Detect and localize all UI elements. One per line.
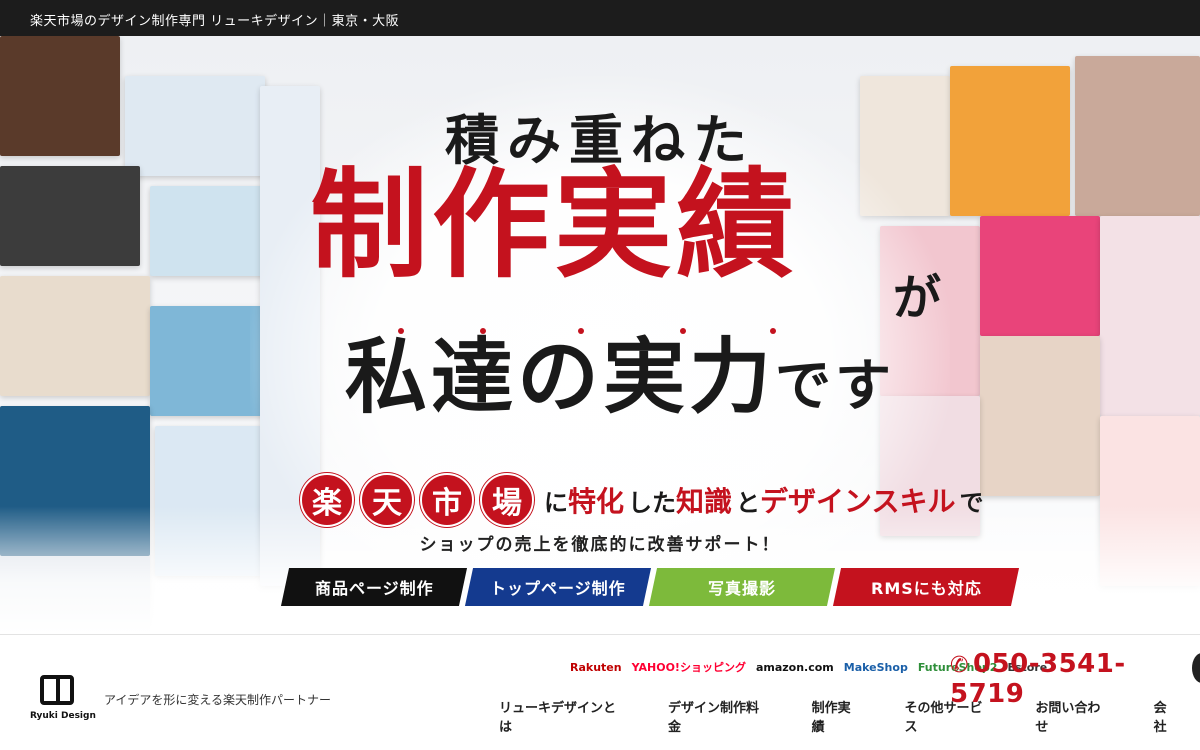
rakuten-char-circle: 楽 — [300, 473, 354, 527]
headline-line3: 私達の実力です — [345, 336, 895, 418]
service-buttons: 商品ページ制作 トップページ制作 写真撮影 RMSにも対応 — [280, 568, 1020, 606]
product-page-button[interactable]: 商品ページ制作 — [280, 568, 468, 606]
skill-text: 特化 — [568, 485, 625, 518]
mockup-thumbnail — [980, 336, 1100, 496]
rakuten-char-circle: 天 — [360, 473, 414, 527]
mockup-thumbnail — [0, 276, 150, 396]
mockup-thumbnail — [980, 216, 1100, 336]
rakuten-char-circle: 市 — [420, 473, 474, 527]
headline-line2: 制作実績 — [310, 155, 799, 294]
button-label: RMSにも対応 — [870, 579, 982, 598]
skill-text: した — [628, 488, 677, 517]
button-label: トップページ制作 — [490, 579, 626, 598]
nav-services[interactable]: その他サービス — [883, 697, 1014, 735]
photo-shoot-button[interactable]: 写真撮影 — [648, 568, 836, 606]
rakuten-char-circle: 場 — [480, 473, 534, 527]
headline-suffix: が — [893, 270, 942, 326]
mockup-thumbnail — [1100, 216, 1200, 416]
makeshop-logo: MakeShop — [843, 660, 908, 674]
nav-company[interactable]: 会社 — [1133, 697, 1200, 735]
skill-text: で — [959, 488, 984, 517]
logo-text: Ryuki Design — [30, 711, 96, 721]
button-label: 写真撮影 — [707, 579, 776, 598]
rakuten-logo: Rakuten — [570, 660, 622, 674]
hero-subline: ショップの売上を徹底的に改善サポート！ — [419, 535, 781, 555]
skill-text: と — [736, 488, 761, 517]
nav-contact[interactable]: お問い合わせ — [1014, 697, 1132, 735]
top-page-button[interactable]: トップページ制作 — [464, 568, 652, 606]
skill-text: デザインスキル — [760, 485, 956, 518]
rms-support-button[interactable]: RMSにも対応 — [832, 568, 1020, 606]
amazon-logo: amazon.com — [755, 660, 834, 674]
skill-text: に — [544, 488, 568, 517]
main-nav: リューキデザインとは デザイン制作料金 制作実績 その他サービス お問い合わせ … — [478, 697, 1200, 735]
top-bar: 楽天市場のデザイン制作専門 リューキデザイン｜東京・大阪 — [0, 0, 1200, 36]
mockup-thumbnail — [0, 166, 140, 266]
hero-banner: 積み重ねた 制作実績 が 私達の実力です 楽 天 市 場 に 特化 した 知識 … — [0, 36, 1200, 634]
skill-text: 知識 — [676, 485, 733, 518]
nav-works[interactable]: 制作実績 — [791, 697, 884, 735]
phone-icon: ✆ — [950, 653, 969, 678]
yahoo-shopping-logo: YAHOO!ショッピング — [631, 661, 746, 674]
headline-line3-main: 私達の実力 — [345, 329, 776, 425]
rakuten-skill-line: 楽 天 市 場 に 特化 した 知識 と デザインスキル で — [300, 470, 983, 530]
tagline: アイデアを形に変える楽天制作パートナー — [104, 693, 332, 707]
ryuki-logo[interactable]: Ryuki Design — [30, 675, 100, 727]
nav-pricing[interactable]: デザイン制作料金 — [647, 697, 791, 735]
button-label: 商品ページ制作 — [314, 579, 434, 598]
headline-line3-end: です — [775, 353, 896, 419]
site-header: Ryuki Design アイデアを形に変える楽天制作パートナー Rakuten… — [0, 634, 1200, 750]
logo-icon — [40, 675, 74, 705]
site-title: 楽天市場のデザイン制作専門 リューキデザイン｜東京・大阪 — [30, 14, 400, 29]
nav-about[interactable]: リューキデザインとは — [478, 697, 647, 735]
